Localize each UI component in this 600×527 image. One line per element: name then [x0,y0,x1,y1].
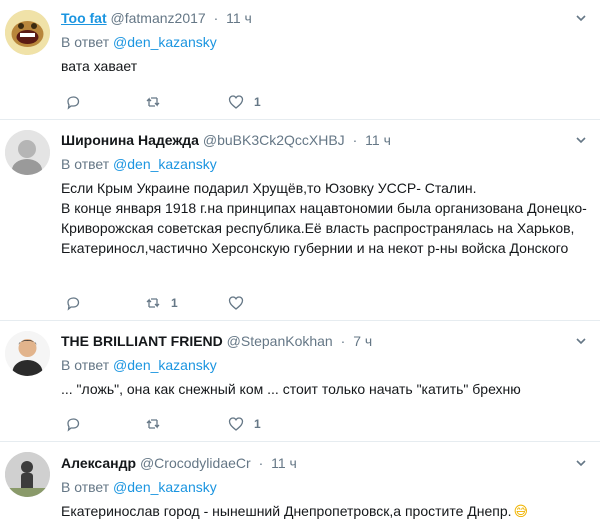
reply-context: В ответ @den_kazansky [61,357,217,373]
chevron-down-icon[interactable] [574,334,588,348]
like-count: 1 [254,417,261,431]
tweet-1[interactable]: Too fat @fatmanz2017 · 11 ч В ответ @den… [0,0,600,119]
avatar[interactable] [5,130,50,175]
author-handle[interactable]: @fatmanz2017 [111,10,206,26]
mention-link[interactable]: @den_kazansky [113,34,217,50]
separator-dot: · [352,132,358,148]
reply-button[interactable] [65,293,91,313]
avatar[interactable] [5,452,50,497]
separator-dot: · [258,455,264,471]
like-button[interactable]: 1 [228,92,261,112]
mention-link[interactable]: @den_kazansky [113,479,217,495]
author-name[interactable]: Too fat [61,10,107,26]
author-name[interactable]: THE BRILLIANT FRIEND [61,333,223,349]
retweet-icon [146,419,160,429]
retweet-icon [146,97,160,107]
reply-context: В ответ @den_kazansky [61,479,217,495]
reply-icon [67,418,80,432]
author-handle[interactable]: @StepanKokhan [227,333,333,349]
retweet-count: 1 [171,296,178,310]
author-name[interactable]: Александр [61,455,136,471]
tweet-text: Если Крым Украине подарил Хрущёв,то Юзов… [61,180,587,256]
reply-button[interactable] [65,414,91,434]
chevron-down-icon[interactable] [574,456,588,470]
heart-icon [228,417,244,431]
mention-link[interactable]: @den_kazansky [113,156,217,172]
author-handle[interactable]: @CrocodylidaeCr [140,455,251,471]
separator-dot: · [340,333,346,349]
tweet-3[interactable]: THE BRILLIANT FRIEND @StepanKokhan · 7 ч… [0,321,600,441]
timestamp[interactable]: 11 ч [271,455,297,471]
avatar[interactable] [5,10,50,55]
chevron-down-icon[interactable] [574,133,588,147]
heart-icon [228,95,244,109]
retweet-button[interactable] [145,414,171,434]
like-button[interactable] [228,293,254,313]
timestamp[interactable]: 7 ч [353,333,372,349]
tweet-4[interactable]: Александр @CrocodylidaeCr · 11 ч В ответ… [0,442,600,527]
like-button[interactable]: 1 [228,414,261,434]
heart-icon [228,296,244,310]
tweet-text: Екатеринослав город - нынешний Днепропет… [61,503,529,520]
timestamp[interactable]: 11 ч [226,10,252,26]
chevron-down-icon[interactable] [574,11,588,25]
like-count: 1 [254,95,261,109]
reply-context: В ответ @den_kazansky [61,156,217,172]
reply-button[interactable] [65,92,91,112]
retweet-button[interactable] [145,92,171,112]
reply-context: В ответ @den_kazansky [61,34,217,50]
author-handle[interactable]: @buBK3Ck2QccXHBJ [203,132,345,148]
reply-icon [67,297,80,311]
separator-dot: · [213,10,219,26]
tweet-2[interactable]: Широнина Надежда @buBK3Ck2QccXHBJ · 11 ч… [0,120,600,320]
retweet-icon [146,298,160,308]
avatar[interactable] [5,331,50,376]
retweet-button[interactable]: 1 [145,293,178,313]
tweet-text: ... "ложь", она как снежный ком ... стои… [61,381,521,397]
reply-icon [67,96,80,110]
author-name[interactable]: Широнина Надежда [61,132,199,148]
timestamp[interactable]: 11 ч [365,132,391,148]
mention-link[interactable]: @den_kazansky [113,357,217,373]
tweet-text: вата хавает [61,58,138,74]
grinning-sweat-emoji-icon: 😅 [513,504,529,520]
